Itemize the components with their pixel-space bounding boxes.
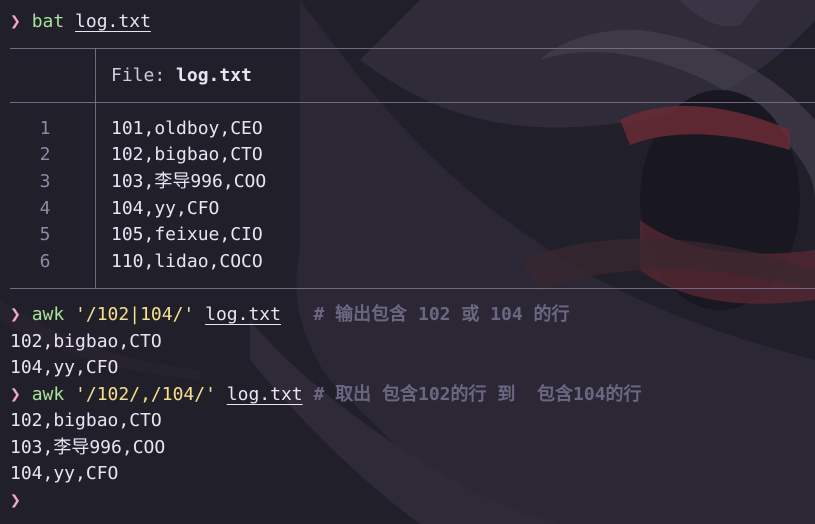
bat-header-label: File: <box>111 65 177 86</box>
file-line: 105,feixue,CIO <box>111 224 263 245</box>
command-line-3: ❯ awk '/102/,/104/' log.txt # 取出 包含102的行… <box>10 382 642 408</box>
file-line: 101,oldboy,CEO <box>111 118 263 139</box>
line-number: 3 <box>39 171 51 192</box>
terminal-window: ❯ bat log.txt File: log.txt 1 101,oldboy… <box>0 0 815 524</box>
file-line: 103,李导996,COO <box>111 171 267 192</box>
prompt-symbol: ❯ <box>10 304 21 325</box>
shell-comment: # 输出包含 102 或 104 的行 <box>313 304 570 325</box>
file-line: 110,lidao,COCO <box>111 251 263 272</box>
command-program: awk <box>31 304 65 325</box>
bat-header-separator <box>95 48 96 102</box>
bat-header-filename: log.txt <box>176 65 252 86</box>
file-line: 102,bigbao,CTO <box>111 144 263 165</box>
command-program: awk <box>31 384 65 405</box>
line-number: 4 <box>39 198 51 219</box>
command-argument[interactable]: log.txt <box>205 304 281 325</box>
command-line-1: ❯ bat log.txt <box>10 9 151 35</box>
awk-pattern: '/102|104/' <box>75 304 195 325</box>
prompt-symbol: ❯ <box>10 384 21 405</box>
prompt-symbol: ❯ <box>10 490 21 511</box>
awk-pattern: '/102/,/104/' <box>75 384 216 405</box>
line-number: 2 <box>39 144 51 165</box>
file-line: 104,yy,CFO <box>111 198 220 219</box>
command-argument[interactable]: log.txt <box>75 11 151 32</box>
bat-header-rule <box>10 102 815 103</box>
command-line-2: ❯ awk '/102|104/' log.txt # 输出包含 102 或 1… <box>10 302 570 328</box>
command-argument[interactable]: log.txt <box>227 384 303 405</box>
output-line: 104,yy,CFO <box>10 463 119 484</box>
command-program: bat <box>31 11 65 32</box>
output-line: 103,李导996,COO <box>10 437 166 458</box>
bat-file-header: File: log.txt <box>111 63 252 89</box>
bat-bottom-rule <box>10 288 815 289</box>
bat-gutter-separator <box>95 102 96 288</box>
line-number: 6 <box>39 251 51 272</box>
line-number: 5 <box>39 224 51 245</box>
prompt-symbol: ❯ <box>10 11 21 32</box>
output-line: 104,yy,CFO <box>10 357 119 378</box>
bat-top-rule <box>10 48 815 49</box>
output-line: 102,bigbao,CTO <box>10 410 162 431</box>
line-number: 1 <box>39 118 51 139</box>
shell-comment: # 取出 包含102的行 到 包含104的行 <box>313 384 642 405</box>
output-line: 102,bigbao,CTO <box>10 331 162 352</box>
command-line-input[interactable]: ❯ <box>10 488 21 514</box>
